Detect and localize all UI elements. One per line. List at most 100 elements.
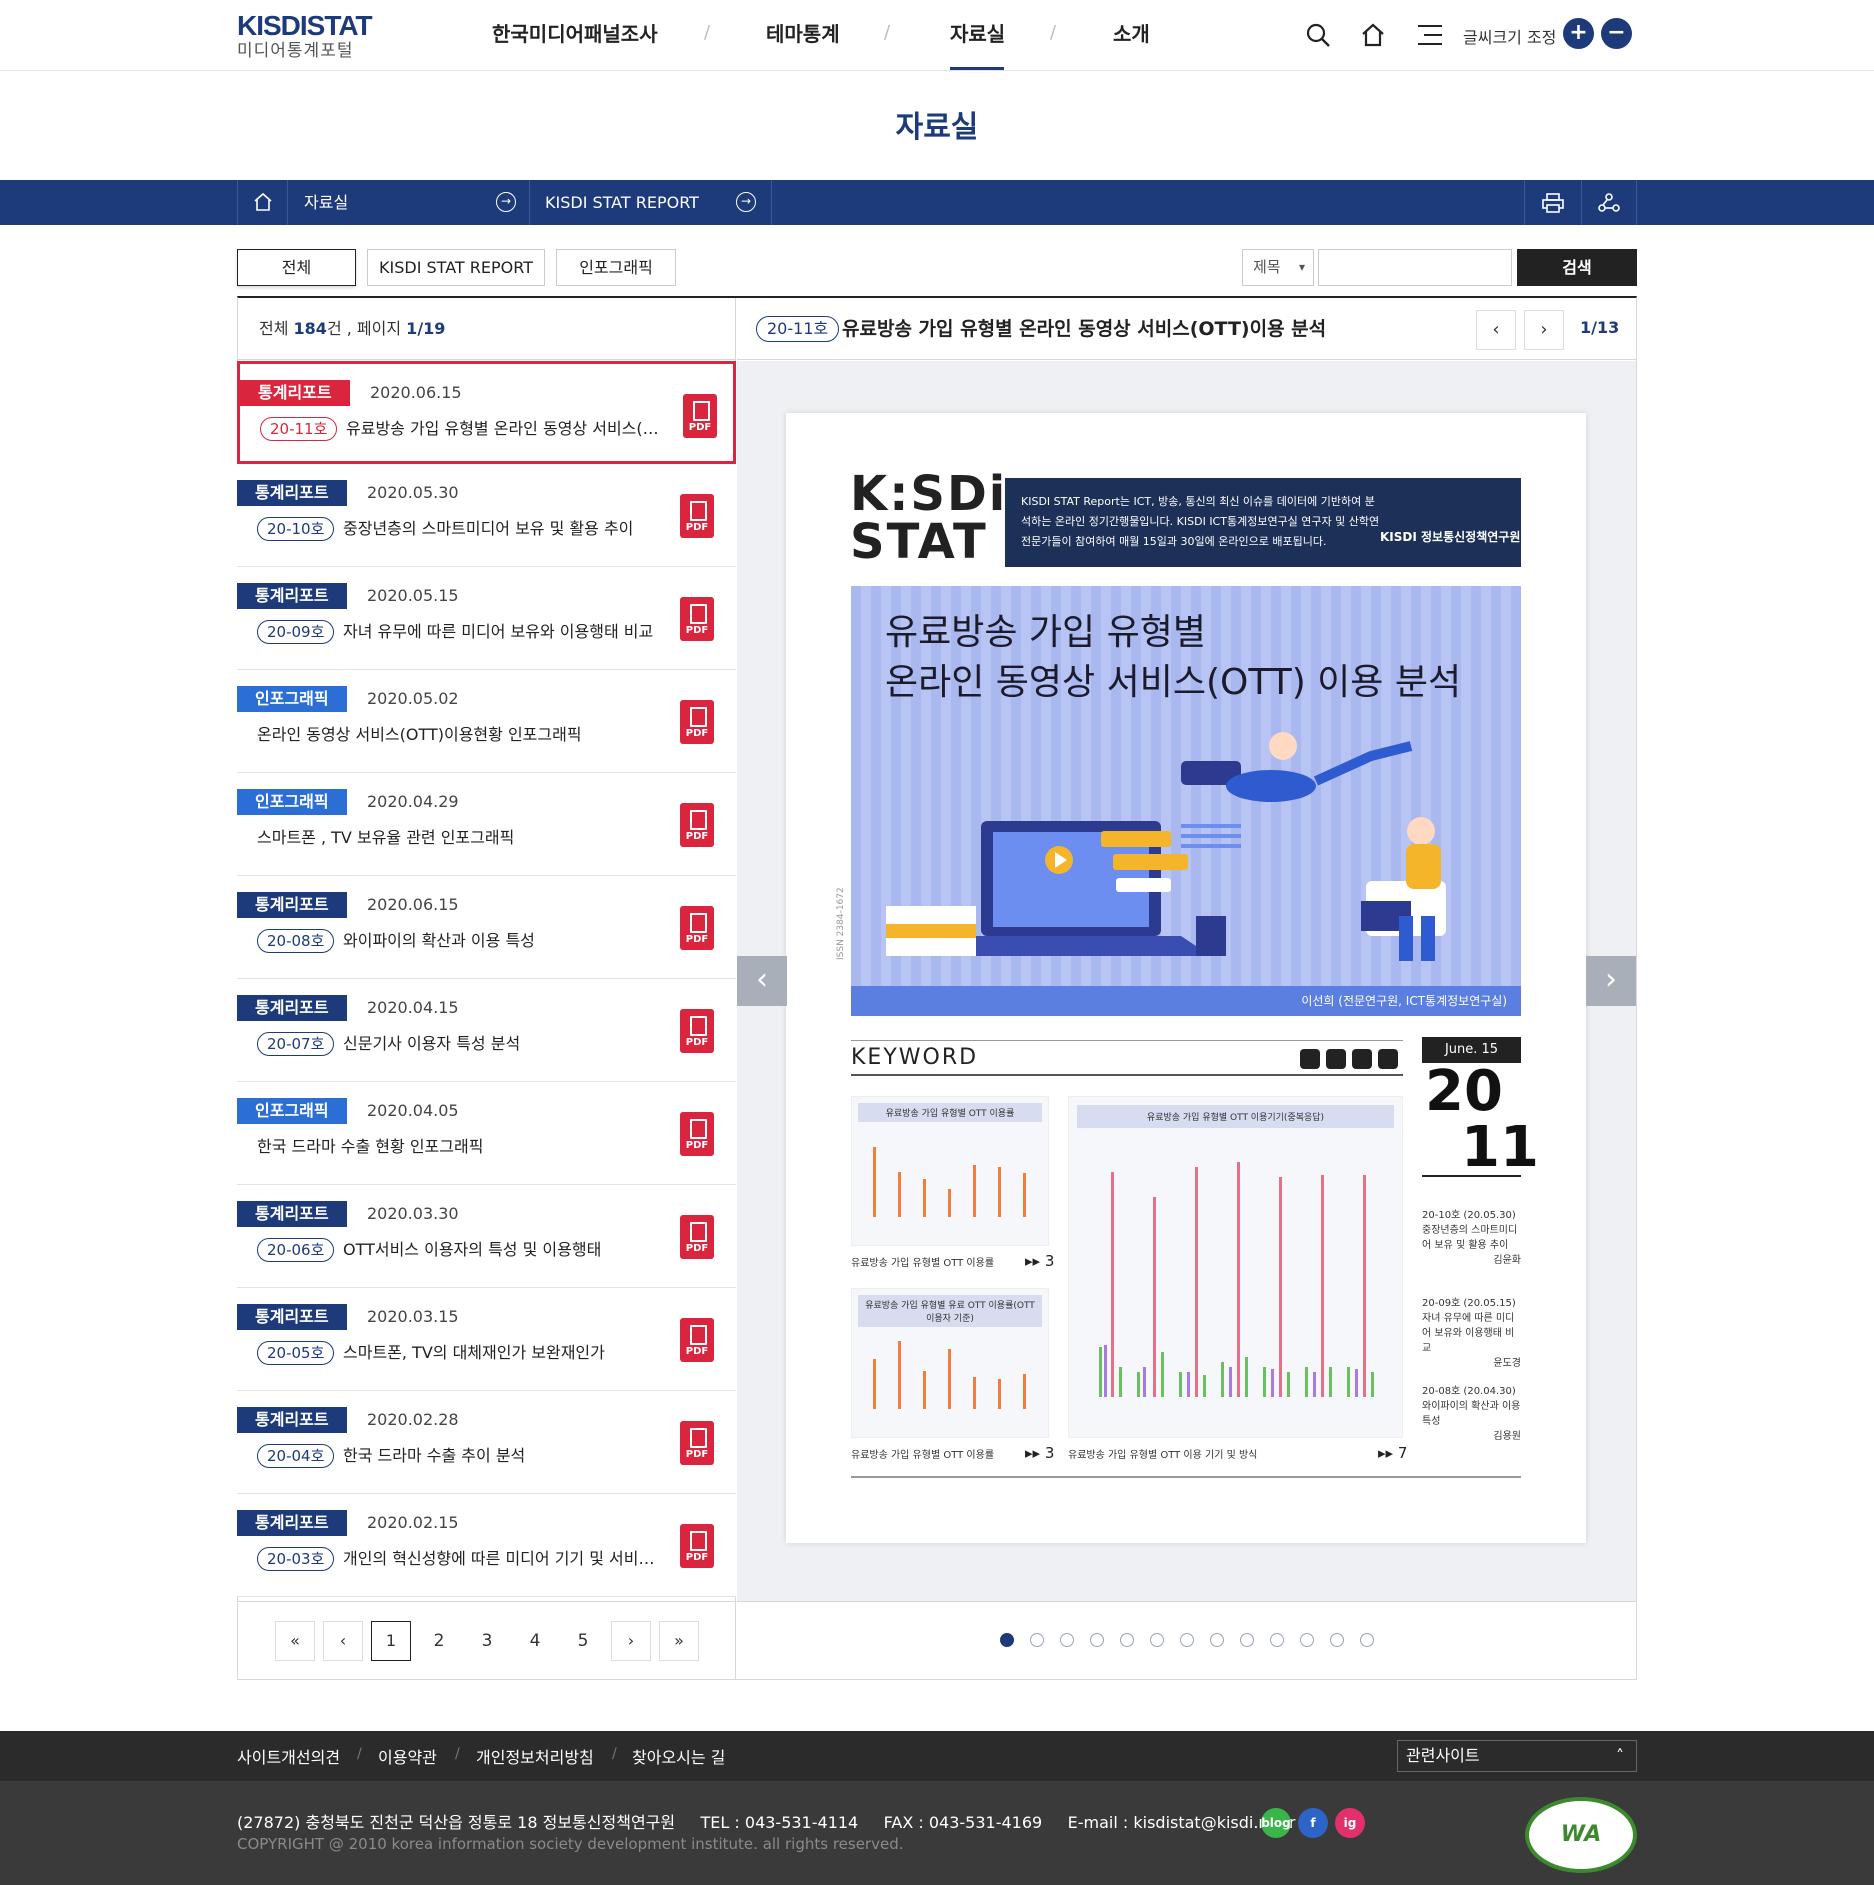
pdf-download-icon[interactable]: PDF <box>680 906 714 950</box>
pdf-download-icon[interactable]: PDF <box>680 1215 714 1259</box>
menu-icon[interactable] <box>1416 22 1444 48</box>
report-chart-3: 유료방송 가입 유형별 OTT 이용기기(중복응답) <box>1068 1096 1403 1438</box>
chart-bar <box>1143 1367 1146 1397</box>
search-field-select[interactable]: 제목 ▾ <box>1242 249 1314 286</box>
pdf-download-icon[interactable]: PDF <box>680 1421 714 1465</box>
pdf-download-icon[interactable]: PDF <box>683 394 717 438</box>
related-sites-select[interactable]: 관련사이트 ˄ <box>1397 1740 1637 1772</box>
page-number-5[interactable]: 5 <box>563 1621 603 1661</box>
slide-dot[interactable] <box>1149 1633 1164 1647</box>
page-prev-button[interactable]: ‹ <box>323 1621 363 1661</box>
breadcrumb-level2[interactable]: KISDI STAT REPORT → <box>529 180 771 225</box>
item-title: 한국 드라마 수출 현황 인포그래픽 <box>257 1137 484 1156</box>
list-item[interactable]: 통계리포트 2020.02.28 20-04호 한국 드라마 수출 추이 분석 PDF <box>237 1391 736 1494</box>
report-issue-bottom: 11 <box>1461 1115 1539 1180</box>
pdf-download-icon[interactable]: PDF <box>680 597 714 641</box>
facebook-icon[interactable]: f <box>1298 1808 1328 1838</box>
slide-dot[interactable] <box>999 1633 1014 1647</box>
search-button[interactable]: 검색 <box>1517 249 1637 286</box>
page-next-button[interactable]: › <box>611 1621 651 1661</box>
report-cover-title-line2: 온라인 동영상 서비스(OTT) 이용 분석 <box>885 662 1462 703</box>
slide-dot[interactable] <box>1179 1633 1194 1647</box>
pdf-download-icon[interactable]: PDF <box>680 700 714 744</box>
slide-dot[interactable] <box>1209 1633 1224 1647</box>
chart-3-page-number: 7 <box>1397 1444 1408 1462</box>
pdf-download-icon[interactable]: PDF <box>680 1112 714 1156</box>
chart-bar <box>873 1147 876 1217</box>
slide-dot[interactable] <box>1359 1633 1374 1647</box>
list-item[interactable]: 통계리포트 2020.05.30 20-10호 중장년층의 스마트미디어 보유 및 활… <box>237 464 736 567</box>
pdf-download-icon[interactable]: PDF <box>680 1009 714 1053</box>
home-icon[interactable] <box>1360 22 1386 48</box>
list-item[interactable]: 인포그래픽 2020.05.02 온라인 동영상 서비스(OTT)이용현황 인포그래… <box>237 670 736 773</box>
report-issue-rule <box>1422 1175 1521 1177</box>
pdf-download-icon[interactable]: PDF <box>680 1524 714 1568</box>
pdf-download-icon[interactable]: PDF <box>680 803 714 847</box>
nav-about[interactable]: 소개 <box>1113 18 1150 47</box>
slide-dot[interactable] <box>1089 1633 1104 1647</box>
font-decrease-button[interactable]: − <box>1601 18 1632 49</box>
list-item[interactable]: 인포그래픽 2020.04.29 스마트폰 , TV 보유율 관련 인포그래픽 PDF <box>237 773 736 876</box>
viewer-next-button[interactable]: › <box>1524 310 1564 350</box>
pdf-download-icon[interactable]: PDF <box>680 1318 714 1362</box>
report-cover-title-line1: 유료방송 가입 유형별 <box>885 612 1206 653</box>
nav-archive[interactable]: 자료실 <box>950 18 1005 47</box>
slide-dot[interactable] <box>1269 1633 1284 1647</box>
list-item[interactable]: 통계리포트 2020.03.15 20-05호 스마트폰, TV의 대체재인가 보완재… <box>237 1288 736 1391</box>
list-item[interactable]: 통계리포트 2020.04.15 20-07호 신문기사 이용자 특성 분석 PDF <box>237 979 736 1082</box>
page-number-1[interactable]: 1 <box>371 1621 411 1661</box>
chart-bar <box>948 1349 951 1409</box>
item-title: 온라인 동영상 서비스(OTT)이용현황 인포그래픽 <box>257 725 582 744</box>
filter-tab-infographic[interactable]: 인포그래픽 <box>556 249 676 286</box>
list-summary: 전체 184건 , 페이지 1/19 <box>237 298 736 360</box>
list-item[interactable]: 통계리포트 2020.02.15 20-03호 개인의 혁신성향에 따른 미디어 기기… <box>237 1494 736 1597</box>
list-item[interactable]: 인포그래픽 2020.04.05 한국 드라마 수출 현황 인포그래픽 PDF <box>237 1082 736 1185</box>
chart-bar <box>973 1377 976 1409</box>
arrow-right-circle-icon: → <box>496 192 516 212</box>
font-size-label: 글씨크기 조정 <box>1463 28 1557 47</box>
footer-link-feedback[interactable]: 사이트개선의견 <box>237 1744 340 1768</box>
item-title: 한국 드라마 수출 추이 분석 <box>343 1446 526 1465</box>
chevron-up-icon: ˄ <box>1616 1746 1624 1765</box>
filter-tab-all[interactable]: 전체 <box>237 249 356 286</box>
instagram-icon[interactable]: ig <box>1335 1808 1365 1838</box>
page-number-2[interactable]: 2 <box>419 1621 459 1661</box>
side-item-number: 20-10호 (20.05.30) <box>1422 1210 1516 1221</box>
nav-media-panel[interactable]: 한국미디어패널조사 <box>492 18 658 47</box>
issue-number-badge: 20-03호 <box>257 1547 335 1571</box>
slide-dot[interactable] <box>1239 1633 1254 1647</box>
font-increase-button[interactable]: + <box>1563 18 1594 49</box>
slide-dot[interactable] <box>1119 1633 1134 1647</box>
blog-icon[interactable]: blog <box>1261 1808 1291 1838</box>
issue-number-badge: 20-09호 <box>257 620 335 644</box>
slide-dot[interactable] <box>1059 1633 1074 1647</box>
chevron-down-icon: ▾ <box>1298 260 1305 274</box>
page-last-button[interactable]: » <box>659 1621 699 1661</box>
page-number-3[interactable]: 3 <box>467 1621 507 1661</box>
slide-prev-button[interactable]: ‹ <box>737 956 787 1006</box>
page-number-4[interactable]: 4 <box>515 1621 555 1661</box>
list-item[interactable]: 통계리포트 2020.03.30 20-06호 OTT서비스 이용자의 특성 및 이용… <box>237 1185 736 1288</box>
pdf-download-icon[interactable]: PDF <box>680 494 714 538</box>
breadcrumb-level1[interactable]: 자료실 → <box>287 180 529 225</box>
filter-tab-stat-report[interactable]: KISDI STAT REPORT <box>367 249 545 286</box>
slide-next-button[interactable]: › <box>1586 956 1636 1006</box>
page-first-button[interactable]: « <box>275 1621 315 1661</box>
footer-link-privacy[interactable]: 개인정보처리방침 <box>476 1744 594 1768</box>
list-item[interactable]: 통계리포트 2020.05.15 20-09호 자녀 유무에 따른 미디어 보유와 이… <box>237 567 736 670</box>
search-input[interactable] <box>1318 249 1512 286</box>
slide-dot[interactable] <box>1299 1633 1314 1647</box>
viewer-prev-button[interactable]: ‹ <box>1476 310 1516 350</box>
footer-link-terms[interactable]: 이용약관 <box>378 1744 437 1768</box>
footer-copyright: COPYRIGHT @ 2010 korea information socie… <box>237 1835 904 1853</box>
search-icon[interactable] <box>1305 22 1331 48</box>
list-item[interactable]: 통계리포트 2020.06.15 20-08호 와이파이의 확산과 이용 특성 PDF <box>237 876 736 979</box>
list-item[interactable]: 통계리포트 2020.06.15 20-11호 유료방송 가입 유형별 온라인 동영상… <box>237 361 736 464</box>
slide-dot[interactable] <box>1329 1633 1344 1647</box>
footer-link-directions[interactable]: 찾아오시는 길 <box>632 1744 725 1768</box>
nav-theme-stats[interactable]: 테마통계 <box>766 18 840 47</box>
breadcrumb-home[interactable] <box>237 180 287 225</box>
share-button[interactable] <box>1581 180 1637 225</box>
print-button[interactable] <box>1524 180 1581 225</box>
slide-dot[interactable] <box>1029 1633 1044 1647</box>
